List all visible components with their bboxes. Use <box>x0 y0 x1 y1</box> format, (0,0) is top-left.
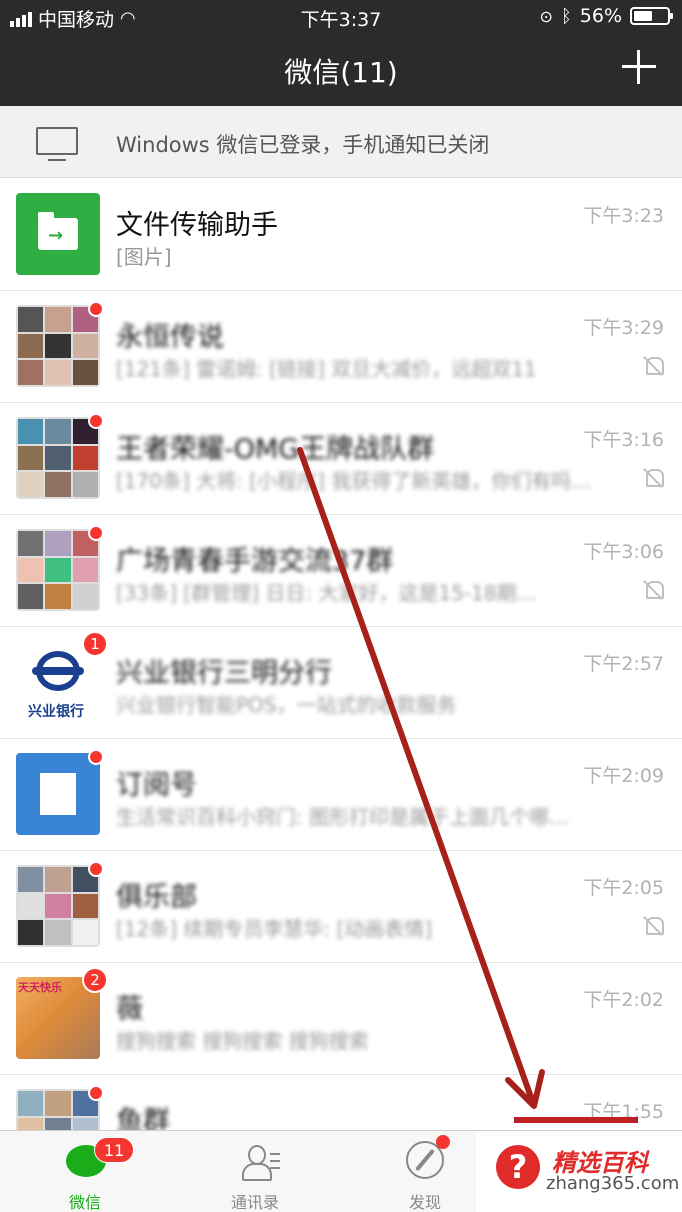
chat-time: 下午2:57 <box>583 653 664 675</box>
chat-row[interactable]: 俱乐部 [12条] 续期专员李慧华: [动画表情] 下午2:05 <box>0 851 682 963</box>
chat-bubble-icon: 11 <box>60 1137 134 1183</box>
chat-name: 永恒传说 <box>116 322 224 353</box>
nav-bar: 微信(11) <box>0 34 682 106</box>
unread-dot <box>88 413 104 429</box>
battery-percent: 56% <box>579 5 622 27</box>
chat-row[interactable]: 天天快乐 2 薇 搜狗搜索 搜狗搜索 搜狗搜索 下午2:02 <box>0 963 682 1075</box>
chat-preview: 生活常识百科小窍门: 图形打印是属于上面几个哪… <box>116 805 570 829</box>
group-avatar <box>16 305 100 387</box>
tab-chats[interactable]: 11 微信 <box>0 1131 170 1212</box>
chat-name: 广场青春手游交流37群 <box>116 546 394 577</box>
group-avatar <box>16 865 100 947</box>
rotation-lock-icon: ⊙ <box>539 6 553 26</box>
document-icon <box>40 773 76 815</box>
chat-name: 王者荣耀-OMG王牌战队群 <box>116 434 435 465</box>
chat-preview: 兴业银行智能POS，一站式的收款服务 <box>116 693 457 717</box>
unread-badge: 2 <box>82 967 108 993</box>
watermark-domain: zhang365.com <box>546 1173 680 1194</box>
mute-bell-icon <box>642 355 664 377</box>
chat-time: 下午2:02 <box>583 989 664 1011</box>
chat-preview: [图片] <box>116 245 172 269</box>
plus-icon[interactable] <box>622 50 656 84</box>
chat-time: 下午2:09 <box>583 765 664 787</box>
monitor-icon <box>36 127 78 161</box>
chat-time: 下午3:16 <box>583 429 664 451</box>
tab-label: 微信 <box>68 1193 101 1212</box>
chat-name: 俱乐部 <box>116 882 197 913</box>
unread-dot <box>88 861 104 877</box>
unread-dot <box>88 1085 104 1101</box>
highlight-box <box>514 1117 638 1123</box>
bank-logo-icon <box>32 651 84 691</box>
question-mark-icon: ? <box>496 1145 540 1189</box>
chat-preview: [12条] 续期专员李慧华: [动画表情] <box>116 917 433 941</box>
chat-row[interactable]: 订阅号 生活常识百科小窍门: 图形打印是属于上面几个哪… 下午2:09 <box>0 739 682 851</box>
chat-preview: 搜狗搜索 搜狗搜索 搜狗搜索 <box>116 1029 369 1053</box>
unread-dot <box>88 749 104 765</box>
chat-name: 文件传输助手 <box>116 210 278 241</box>
bluetooth-icon: ᛒ <box>560 5 572 27</box>
bank-logo-text: 兴业银行 <box>28 704 84 720</box>
chat-preview: [121条] 雷诺姆: [链接] 双旦大减价，远超双11 <box>116 357 537 381</box>
chat-time: 下午3:06 <box>583 541 664 563</box>
clock: 下午3:37 <box>300 9 382 31</box>
mute-bell-icon <box>642 467 664 489</box>
chat-time: 下午3:29 <box>583 317 664 339</box>
chat-name: 兴业银行三明分行 <box>116 658 332 689</box>
unread-dot <box>88 525 104 541</box>
chat-row[interactable]: 兴业银行 1 兴业银行三明分行 兴业银行智能POS，一站式的收款服务 下午2:5… <box>0 627 682 739</box>
status-bar: 中国移动 ◠ 下午3:37 ⊙ ᛒ 56% <box>0 0 682 34</box>
tab-label: 通讯录 <box>230 1193 279 1212</box>
chat-row[interactable]: → 文件传输助手 [图片] 下午3:23 <box>0 179 682 291</box>
group-avatar <box>16 417 100 499</box>
discover-unread-dot <box>436 1135 450 1149</box>
tab-contacts[interactable]: 通讯录 <box>170 1131 340 1212</box>
chat-name: 订阅号 <box>116 770 197 801</box>
unread-dot <box>88 301 104 317</box>
page-title: 微信(11) <box>284 56 398 89</box>
avatar-caption: 天天快乐 <box>18 981 62 994</box>
mute-bell-icon <box>642 915 664 937</box>
chat-name: 薇 <box>116 994 143 1025</box>
chat-row[interactable]: 永恒传说 [121条] 雷诺姆: [链接] 双旦大减价，远超双11 下午3:29 <box>0 291 682 403</box>
chat-row[interactable]: 王者荣耀-OMG王牌战队群 [170条] 大将: [小程序] 我获得了新英雄，你… <box>0 403 682 515</box>
banner-text: Windows 微信已登录，手机通知已关闭 <box>116 133 490 157</box>
chat-preview: [170条] 大将: [小程序] 我获得了新英雄，你们有吗… <box>116 469 592 493</box>
unread-badge: 1 <box>82 631 108 657</box>
tab-badge: 11 <box>94 1137 134 1163</box>
chat-list: → 文件传输助手 [图片] 下午3:23 永恒传说 [121条] 雷诺姆: [链… <box>0 179 682 1187</box>
watermark-logo: ? 精选百科 zhang365.com <box>476 1117 682 1212</box>
chat-row[interactable]: 广场青春手游交流37群 [33条] [群管理] 日日: 大家好，这是15-18期… <box>0 515 682 627</box>
contacts-icon <box>230 1141 280 1183</box>
desktop-login-banner[interactable]: Windows 微信已登录，手机通知已关闭 <box>0 106 682 178</box>
file-transfer-icon: → <box>38 212 78 250</box>
group-avatar <box>16 529 100 611</box>
chat-preview: [33条] [群管理] 日日: 大家好，这是15-18期… <box>116 581 537 605</box>
chat-time: 下午3:23 <box>583 205 664 227</box>
battery-icon <box>630 7 673 25</box>
file-transfer-avatar: → <box>16 193 100 275</box>
compass-icon <box>400 1135 450 1183</box>
subscription-avatar <box>16 753 100 835</box>
mute-bell-icon <box>642 579 664 601</box>
chat-time: 下午2:05 <box>583 877 664 899</box>
